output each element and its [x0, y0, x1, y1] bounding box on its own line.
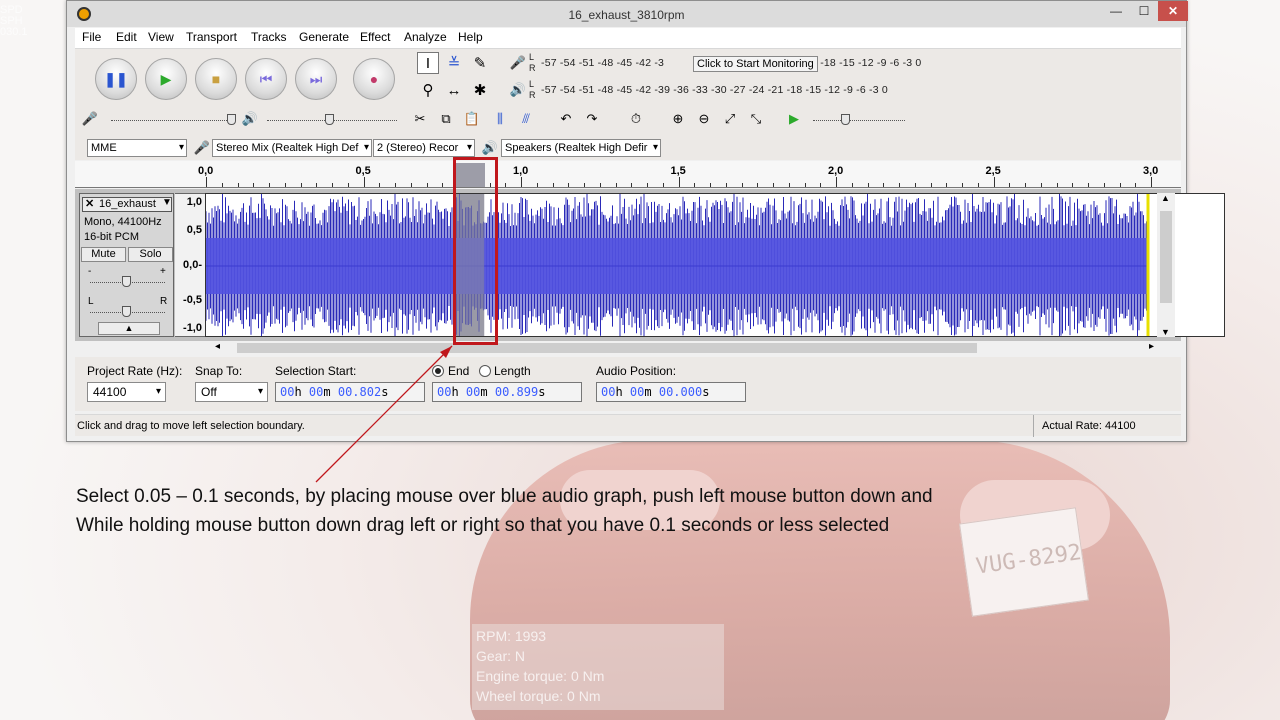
caption-line-1: Select 0.05 – 0.1 seconds, by placing mo… — [76, 486, 933, 507]
annotation-arrow-line — [315, 345, 453, 483]
caption-line-2: While holding mouse button down drag lef… — [76, 515, 890, 536]
annotation-arrow — [315, 345, 453, 483]
instruction-caption: Select 0.05 – 0.1 seconds, by placing mo… — [76, 482, 1226, 540]
